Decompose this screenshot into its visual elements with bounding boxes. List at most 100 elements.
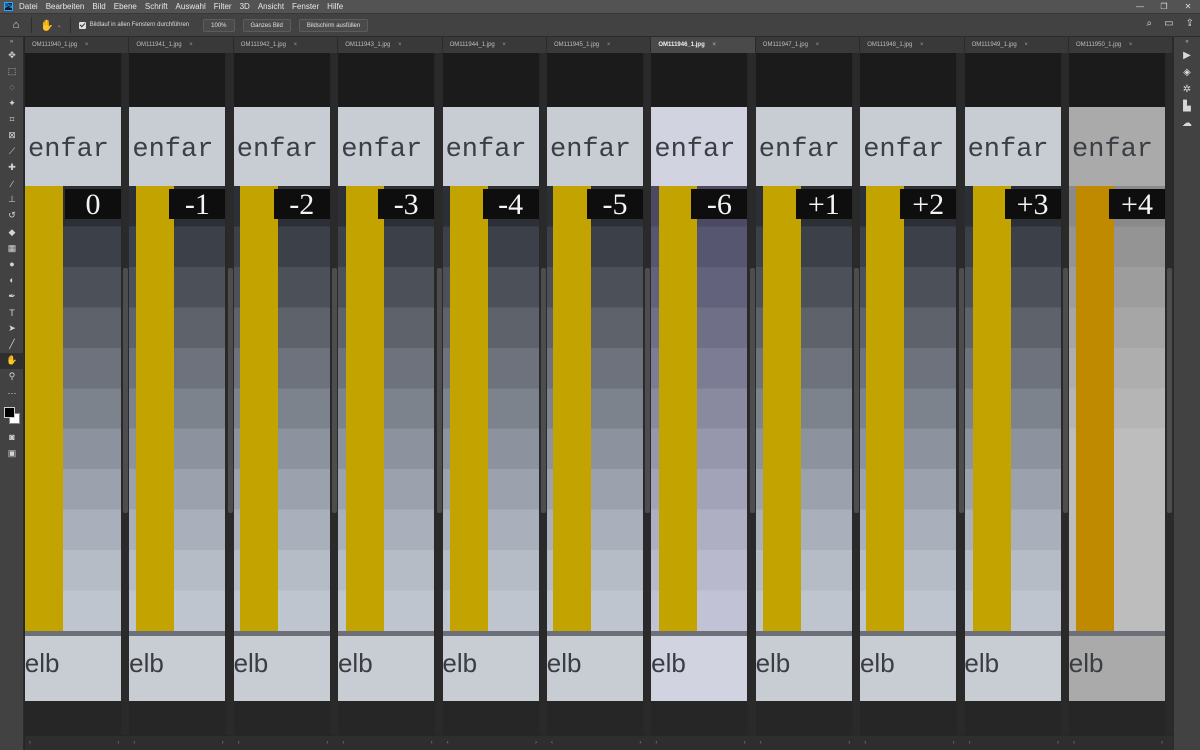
close-tab-icon[interactable]: × — [1129, 42, 1133, 48]
minimize-button[interactable]: — — [1128, 0, 1152, 13]
image-canvas[interactable]: enfar +4 ielb — [1069, 53, 1165, 735]
workspace-icon[interactable]: ▭ — [1164, 18, 1173, 29]
image-canvas[interactable]: enfar +3 ielb — [964, 53, 1061, 735]
scroll-left-icon[interactable]: ‹ — [447, 740, 449, 746]
close-tab-icon[interactable]: × — [294, 42, 298, 48]
horizontal-scrollbar[interactable]: ‹ › — [233, 735, 339, 750]
document-tab[interactable]: OM111948_1.jpg × — [860, 37, 965, 53]
expand-icon[interactable]: « — [1174, 37, 1200, 47]
close-tab-icon[interactable]: × — [607, 42, 611, 48]
scroll-thumb[interactable] — [958, 268, 964, 513]
scroll-left-icon[interactable]: ‹ — [1073, 740, 1075, 746]
fit-screen-button[interactable]: Ganzes Bild — [242, 18, 291, 32]
document-tab[interactable]: OM111950_1.jpg × — [1069, 37, 1173, 53]
horizontal-scrollbar[interactable]: ‹ › — [1069, 735, 1173, 750]
document-window[interactable]: OM111948_1.jpg × enfar +2 ielb ‹ — [860, 37, 965, 750]
document-tab[interactable]: OM111949_1.jpg × — [964, 37, 1069, 53]
close-tab-icon[interactable]: × — [502, 42, 506, 48]
scroll-right-icon[interactable]: › — [117, 740, 119, 746]
scroll-all-checkbox[interactable] — [78, 21, 86, 29]
document-window[interactable]: OM111942_1.jpg × enfar -2 ielb ‹ — [233, 37, 339, 750]
pen-icon[interactable]: ✒ — [0, 288, 24, 304]
share-icon[interactable]: ⇪ — [1186, 18, 1194, 29]
horizontal-scrollbar[interactable]: ‹ › — [755, 735, 861, 750]
scroll-thumb[interactable] — [332, 268, 338, 513]
document-window[interactable]: OM111947_1.jpg × enfar +1 ielb ‹ — [755, 37, 861, 750]
scroll-left-icon[interactable]: ‹ — [133, 740, 135, 746]
menu-auswahl[interactable]: Auswahl — [176, 2, 206, 11]
document-window[interactable]: OM111940_1.jpg × enfar 0 ielb ‹ — [25, 37, 130, 750]
scroll-right-icon[interactable]: › — [848, 740, 850, 746]
scroll-thumb[interactable] — [1062, 268, 1068, 513]
eyedropper-icon[interactable]: ⟋ — [0, 144, 24, 160]
scroll-left-icon[interactable]: ‹ — [29, 740, 31, 746]
lasso-icon[interactable]: ◌ — [0, 79, 24, 95]
type-icon[interactable]: T — [0, 305, 24, 321]
document-tab[interactable]: OM111946_1.jpg × — [651, 37, 756, 53]
image-canvas[interactable]: enfar -3 ielb — [338, 53, 435, 735]
menu-fenster[interactable]: Fenster — [292, 2, 319, 11]
scroll-left-icon[interactable]: ‹ — [655, 740, 657, 746]
scroll-right-icon[interactable]: › — [326, 740, 328, 746]
horizontal-scrollbar[interactable]: ‹ › — [442, 735, 547, 750]
scroll-right-icon[interactable]: › — [953, 740, 955, 746]
play-icon[interactable]: ▶ — [1174, 47, 1200, 64]
horizontal-scrollbar[interactable]: ‹ › — [964, 735, 1069, 750]
vertical-scrollbar[interactable] — [1166, 53, 1173, 735]
crop-icon[interactable]: ⌗ — [0, 111, 24, 127]
close-tab-icon[interactable]: × — [920, 42, 924, 48]
scroll-right-icon[interactable]: › — [744, 740, 746, 746]
close-tab-icon[interactable]: × — [816, 42, 820, 48]
brush-icon[interactable]: ∕ — [0, 176, 24, 192]
scroll-thumb[interactable] — [645, 268, 651, 513]
image-canvas[interactable]: enfar +1 ielb — [755, 53, 852, 735]
image-canvas[interactable]: enfar +2 ielb — [860, 53, 957, 735]
zoom-100-button[interactable]: 100% — [203, 18, 235, 32]
horizontal-scrollbar[interactable]: ‹ › — [547, 735, 652, 750]
image-canvas[interactable]: enfar -6 ielb — [651, 53, 748, 735]
healing-icon[interactable]: ✚ — [0, 160, 24, 176]
vertical-scrollbar[interactable] — [1061, 53, 1069, 735]
scroll-right-icon[interactable]: › — [639, 740, 641, 746]
image-canvas[interactable]: enfar -4 ielb — [442, 53, 539, 735]
document-tab[interactable]: OM111940_1.jpg × — [25, 37, 130, 53]
menu-ebene[interactable]: Ebene — [114, 2, 137, 11]
chevron-down-icon[interactable]: ⌄ — [57, 22, 62, 29]
scroll-right-icon[interactable]: › — [431, 740, 433, 746]
scroll-thumb[interactable] — [1167, 268, 1172, 513]
maximize-button[interactable]: ❐ — [1152, 0, 1176, 13]
scroll-right-icon[interactable]: › — [1057, 740, 1059, 746]
scroll-right-icon[interactable]: › — [535, 740, 537, 746]
blur-icon[interactable]: ● — [0, 256, 24, 272]
close-tab-icon[interactable]: × — [1024, 42, 1028, 48]
document-tab[interactable]: OM111945_1.jpg × — [547, 37, 652, 53]
close-window-button[interactable]: ✕ — [1176, 0, 1200, 13]
menu-datei[interactable]: Datei — [19, 2, 38, 11]
image-canvas[interactable]: enfar -2 ielb — [233, 53, 330, 735]
quick-mask-icon[interactable]: ◙ — [0, 429, 24, 445]
document-window[interactable]: OM111945_1.jpg × enfar -5 ielb ‹ — [547, 37, 652, 750]
horizontal-scrollbar[interactable]: ‹ › — [338, 735, 443, 750]
scroll-left-icon[interactable]: ‹ — [342, 740, 344, 746]
vertical-scrollbar[interactable] — [748, 53, 756, 735]
document-tab[interactable]: OM111942_1.jpg × — [233, 37, 339, 53]
vertical-scrollbar[interactable] — [957, 53, 965, 735]
document-window[interactable]: OM111941_1.jpg × enfar -1 ielb ‹ — [129, 37, 234, 750]
close-tab-icon[interactable]: × — [85, 42, 89, 48]
dodge-icon[interactable]: ◐ — [0, 272, 24, 288]
menu-bearbeiten[interactable]: Bearbeiten — [46, 2, 85, 11]
vertical-scrollbar[interactable] — [853, 53, 861, 735]
vertical-scrollbar[interactable] — [435, 53, 443, 735]
scroll-left-icon[interactable]: ‹ — [969, 740, 971, 746]
document-tab[interactable]: OM111944_1.jpg × — [442, 37, 547, 53]
more-icon[interactable]: ⋯ — [0, 385, 24, 401]
collapse-icon[interactable]: » — [0, 37, 23, 47]
document-tab[interactable]: OM111947_1.jpg × — [755, 37, 861, 53]
menu-hilfe[interactable]: Hilfe — [327, 2, 343, 11]
line-icon[interactable]: ╱ — [0, 337, 24, 353]
frame-icon[interactable]: ⊠ — [0, 127, 24, 143]
horizontal-scrollbar[interactable]: ‹ › — [860, 735, 965, 750]
menu-3d[interactable]: 3D — [240, 2, 250, 11]
menu-ansicht[interactable]: Ansicht — [258, 2, 284, 11]
scroll-thumb[interactable] — [854, 268, 860, 513]
